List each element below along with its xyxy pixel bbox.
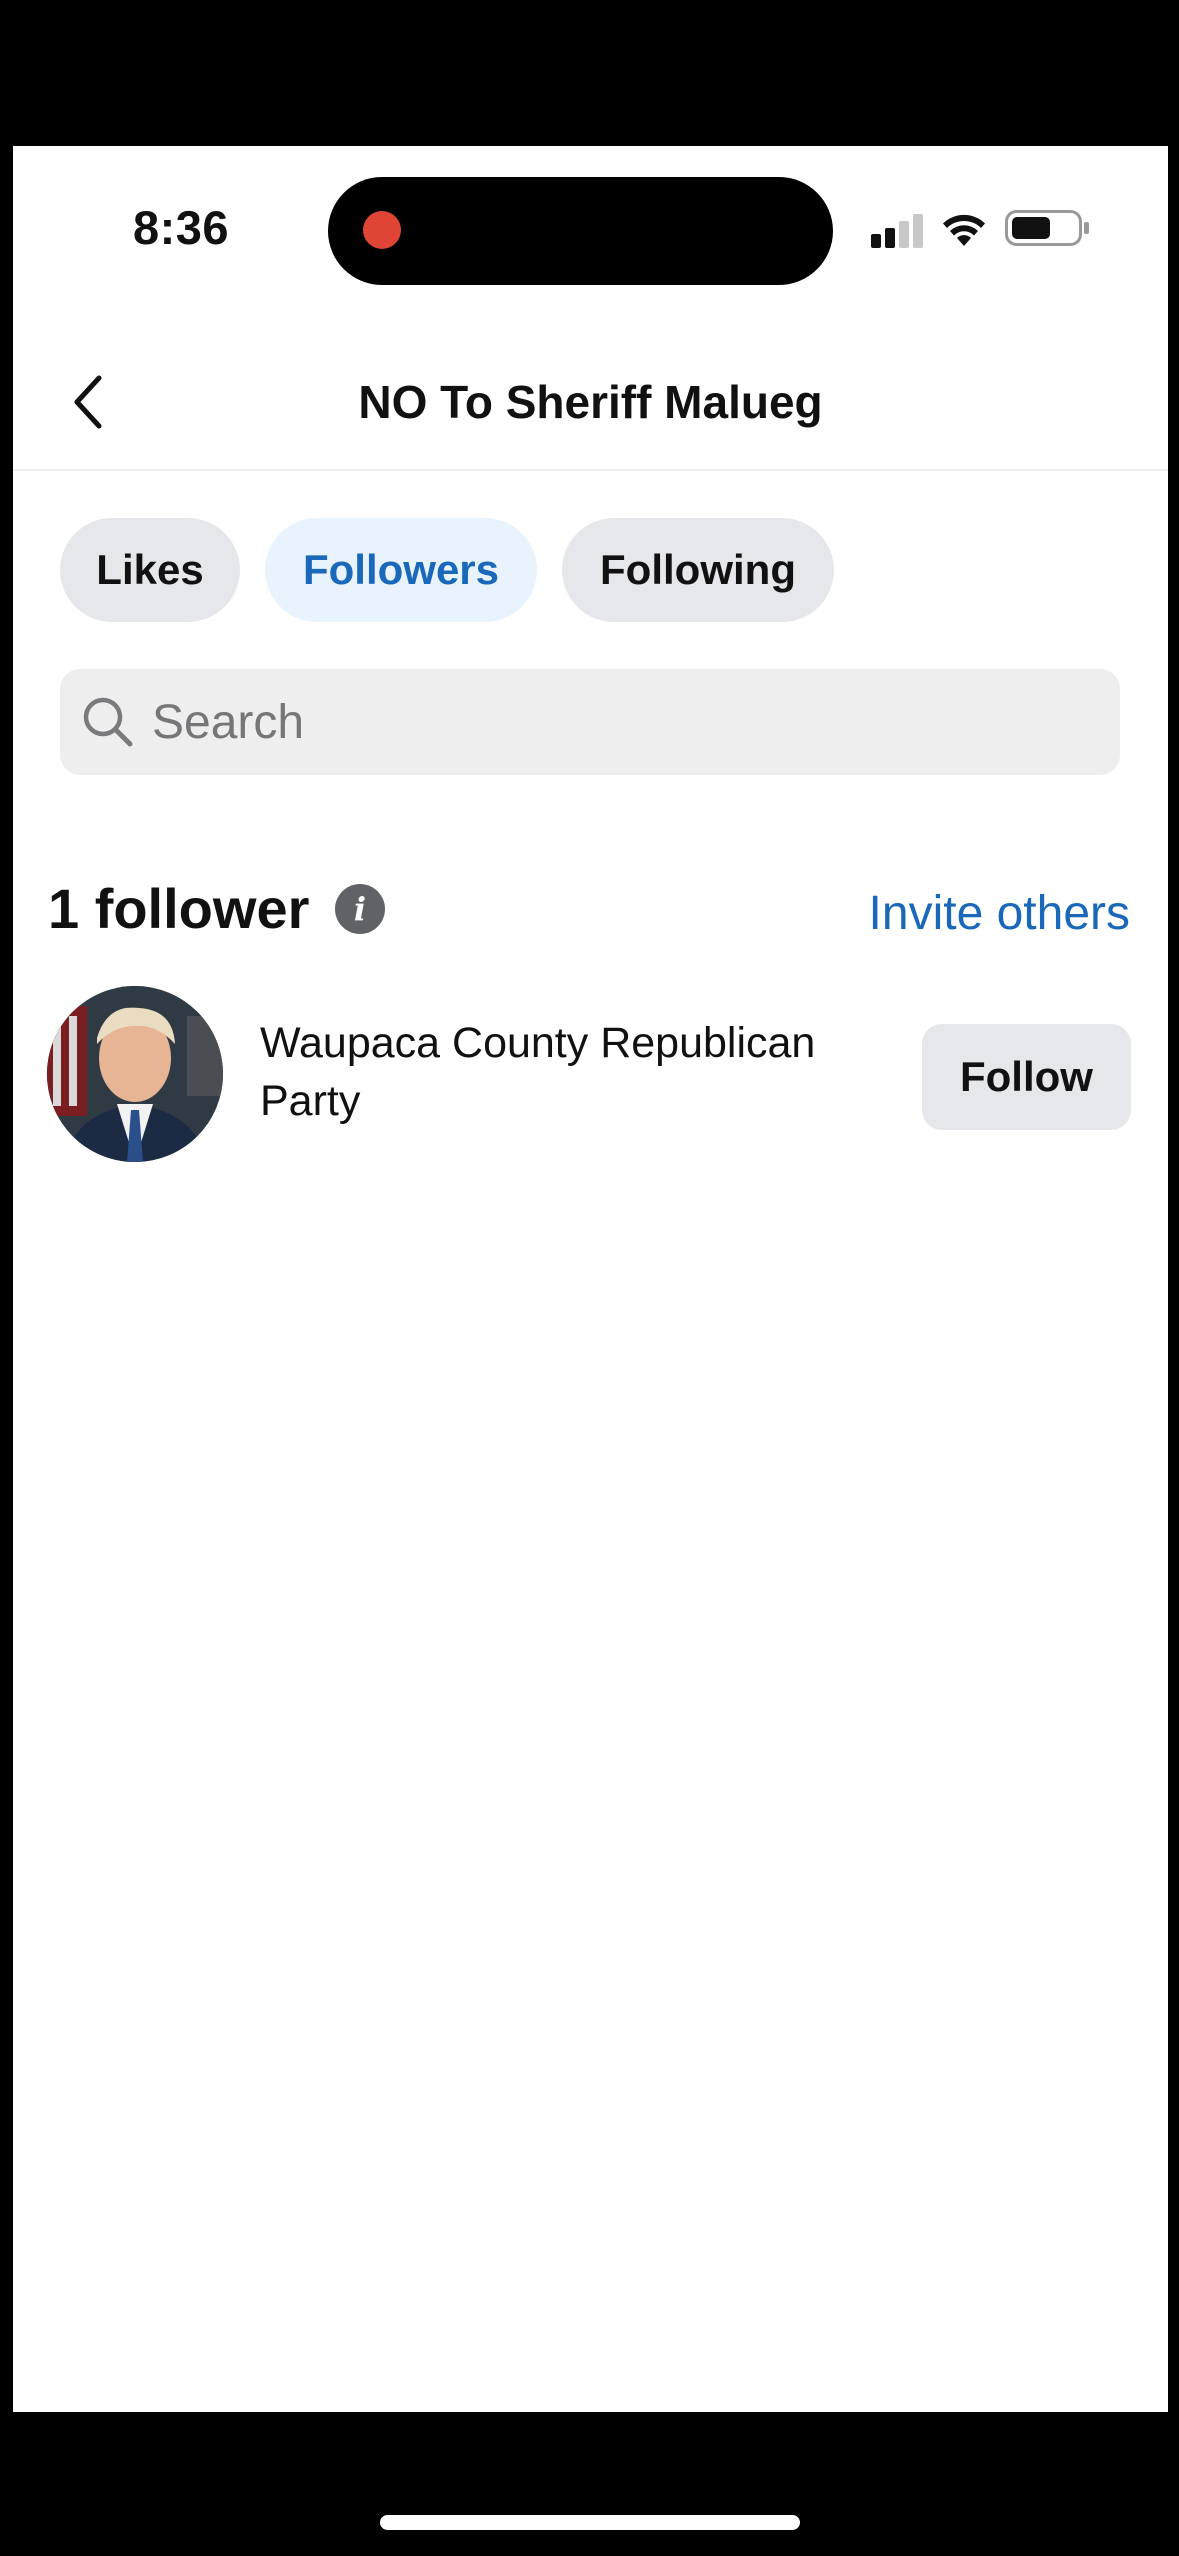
- header-divider: [13, 469, 1168, 471]
- avatar[interactable]: [47, 986, 223, 1162]
- top-bezel: [0, 0, 1179, 146]
- tab-followers[interactable]: Followers: [265, 518, 537, 622]
- follower-count: 1 follower: [48, 877, 310, 940]
- follower-name[interactable]: Waupaca County Republican Party: [260, 1014, 910, 1130]
- search-input[interactable]: [152, 694, 1052, 750]
- recording-indicator-icon: [363, 211, 401, 249]
- battery-icon: [1005, 210, 1089, 246]
- app-screen: 8:36 NO To Sheriff Malueg Likes Follower…: [13, 146, 1168, 2412]
- search-bar[interactable]: [60, 669, 1120, 775]
- cellular-signal-icon: [871, 212, 931, 248]
- tab-following[interactable]: Following: [562, 518, 834, 622]
- avatar-portrait: [47, 986, 223, 1162]
- list-item[interactable]: Waupaca County Republican Party Follow: [13, 986, 1168, 1176]
- bottom-bezel: [0, 2412, 1179, 2556]
- status-time: 8:36: [133, 201, 230, 254]
- home-indicator[interactable]: [380, 2515, 800, 2530]
- search-icon: [83, 697, 133, 747]
- dynamic-island: [328, 177, 833, 285]
- wifi-icon: [943, 214, 985, 246]
- follow-button[interactable]: Follow: [922, 1024, 1131, 1130]
- page-title: NO To Sheriff Malueg: [358, 376, 823, 428]
- invite-others-link[interactable]: Invite others: [869, 886, 1130, 941]
- info-icon[interactable]: i: [335, 884, 385, 934]
- tab-likes[interactable]: Likes: [60, 518, 240, 622]
